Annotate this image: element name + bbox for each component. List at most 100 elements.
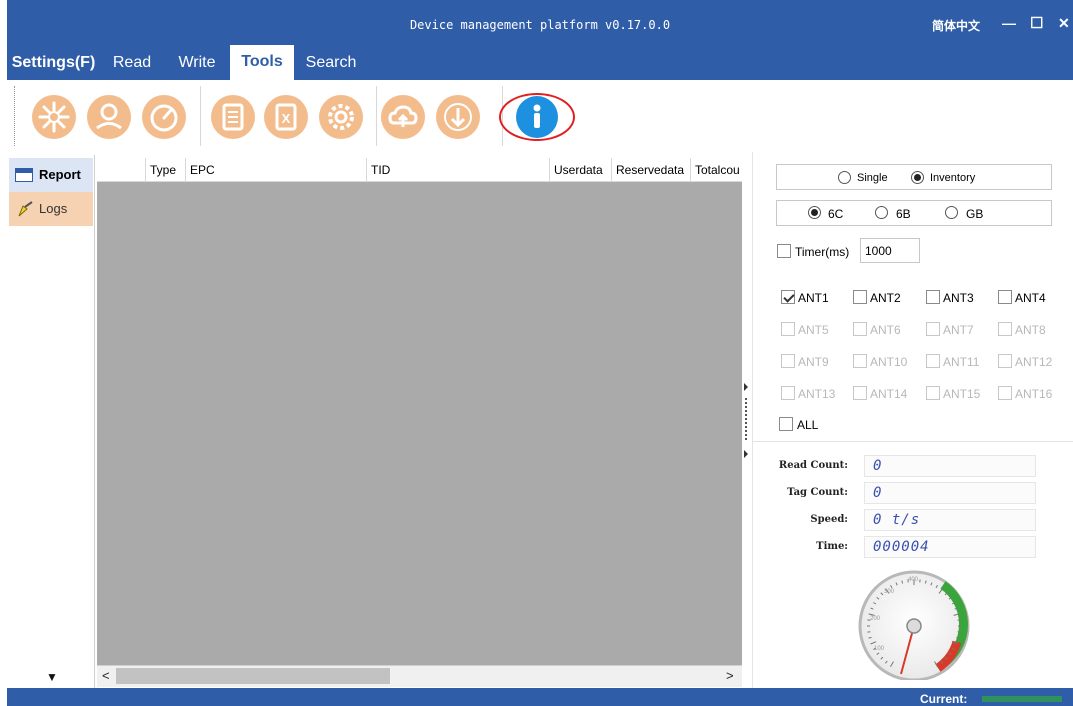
user-icon[interactable] [87, 95, 131, 139]
radio-gb[interactable] [945, 206, 958, 219]
checkbox-ant8-label: ANT8 [1015, 323, 1046, 337]
checkbox-ant2[interactable] [853, 290, 867, 304]
checkbox-ant14-label: ANT14 [870, 387, 908, 401]
speed-label: Speed: [810, 514, 848, 525]
gauge-tick-label: 300 [884, 589, 895, 595]
checkbox-ant9 [781, 354, 795, 368]
timer-checkbox[interactable] [777, 244, 791, 258]
column-header-totalcount[interactable]: Totalcou [690, 158, 742, 182]
column-header-type[interactable]: Type [145, 158, 185, 182]
menu-write[interactable]: Write [168, 46, 226, 80]
window-icon [15, 168, 33, 182]
checkbox-ant1[interactable] [781, 290, 795, 304]
checkbox-ant10 [853, 354, 867, 368]
checkbox-ant11-label: ANT11 [943, 355, 980, 369]
gauge-tick-label: 200 [870, 616, 881, 622]
checkbox-ant3[interactable] [926, 290, 940, 304]
toolbar-grip [14, 86, 15, 146]
checkbox-ant5-label: ANT5 [798, 323, 829, 337]
info-icon[interactable] [516, 96, 558, 138]
all-label: ALL [797, 418, 819, 432]
checkbox-ant15-label: ANT15 [943, 387, 981, 401]
tag-count-label: Tag Count: [787, 487, 848, 498]
radio-single[interactable] [838, 171, 851, 184]
scroll-left-button[interactable]: < [102, 668, 110, 683]
checkbox-ant14 [853, 386, 867, 400]
column-header-tid[interactable]: TID [366, 158, 549, 182]
checkbox-ant4[interactable] [998, 290, 1012, 304]
menu-read[interactable]: Read [106, 46, 158, 80]
time-label: Time: [816, 541, 848, 552]
read-count-label: Read Count: [778, 460, 848, 471]
checkbox-ant10-label: ANT10 [870, 355, 908, 369]
checkbox-ant13-label: ANT13 [798, 387, 836, 401]
column-header-userdata[interactable]: Userdata [549, 158, 611, 182]
menu-bar [7, 46, 1073, 80]
all-checkbox[interactable] [779, 417, 793, 431]
checkbox-ant2-label: ANT2 [870, 291, 901, 305]
sidebar-item-logs[interactable]: Logs [9, 192, 93, 226]
scroll-right-button[interactable]: > [726, 668, 734, 683]
read-count-value: 0 [864, 455, 1036, 477]
radio-inventory-label: Inventory [930, 172, 976, 184]
time-value: 000004 [864, 536, 1036, 558]
gauge-tick-label: 400 [908, 577, 919, 583]
panel-splitter[interactable] [743, 152, 751, 688]
gauge-tick-label: 100 [874, 646, 885, 652]
grid-body[interactable] [97, 182, 742, 665]
gear-icon[interactable] [319, 95, 363, 139]
broom-icon [15, 199, 35, 219]
radio-6c[interactable] [808, 206, 821, 219]
checkbox-ant12 [998, 354, 1012, 368]
download-icon[interactable] [436, 95, 480, 139]
close-button[interactable]: ✕ [1058, 15, 1070, 32]
status-current-value [982, 696, 1062, 702]
checkbox-ant9-label: ANT9 [798, 355, 829, 369]
sidebar-scroll-down[interactable]: ▼ [46, 670, 58, 684]
checkbox-ant4-label: ANT4 [1015, 291, 1046, 305]
menu-settings[interactable]: Settings(F) [7, 46, 100, 80]
excel-icon[interactable]: X [264, 95, 308, 139]
checkbox-ant15 [926, 386, 940, 400]
radio-inventory[interactable] [911, 171, 924, 184]
sidebar-item-report[interactable]: Report [9, 158, 93, 192]
side-navigation [7, 155, 95, 688]
maximize-button[interactable]: ☐ [1030, 14, 1043, 32]
column-header-reservedata[interactable]: Reservedata [611, 158, 690, 182]
sidebar-item-label: Report [39, 167, 81, 182]
window-title: Device management platform v0.17.0.0 [409, 18, 671, 32]
column-header-epc[interactable]: EPC [185, 158, 366, 182]
menu-tools[interactable]: Tools [230, 45, 294, 80]
status-current-label: Current: [920, 692, 968, 706]
tag-count-value: 0 [864, 482, 1036, 504]
speedometer-icon[interactable] [142, 95, 186, 139]
menu-search[interactable]: Search [300, 46, 362, 80]
sidebar-item-label: Logs [39, 201, 68, 216]
minimize-button[interactable]: — [1002, 15, 1016, 31]
cloud-upload-icon[interactable] [381, 95, 425, 139]
checkbox-ant16-label: ANT16 [1015, 387, 1053, 401]
scrollbar-thumb[interactable] [116, 668, 390, 684]
checkbox-ant16 [998, 386, 1012, 400]
svg-text:X: X [282, 111, 291, 126]
radio-single-label: Single [857, 172, 888, 184]
gauge-hub [906, 618, 922, 634]
timer-input[interactable] [860, 238, 920, 263]
radio-gb-label: GB [966, 207, 984, 221]
checkbox-ant11 [926, 354, 940, 368]
toolbar-separator [376, 86, 377, 146]
checkbox-ant3-label: ANT3 [943, 291, 974, 305]
checkbox-ant7 [926, 322, 940, 336]
document-icon[interactable] [211, 95, 255, 139]
checkbox-ant13 [781, 386, 795, 400]
radio-6b[interactable] [875, 206, 888, 219]
checkbox-ant7-label: ANT7 [943, 323, 974, 337]
checkbox-ant5 [781, 322, 795, 336]
checkbox-ant1-label: ANT1 [798, 291, 829, 305]
checkbox-ant6 [853, 322, 867, 336]
checkbox-ant8 [998, 322, 1012, 336]
language-selector[interactable]: 简体中文 [932, 17, 980, 34]
snowflake-icon[interactable] [32, 95, 76, 139]
timer-label: Timer(ms) [795, 245, 850, 259]
status-bar [7, 688, 1073, 706]
